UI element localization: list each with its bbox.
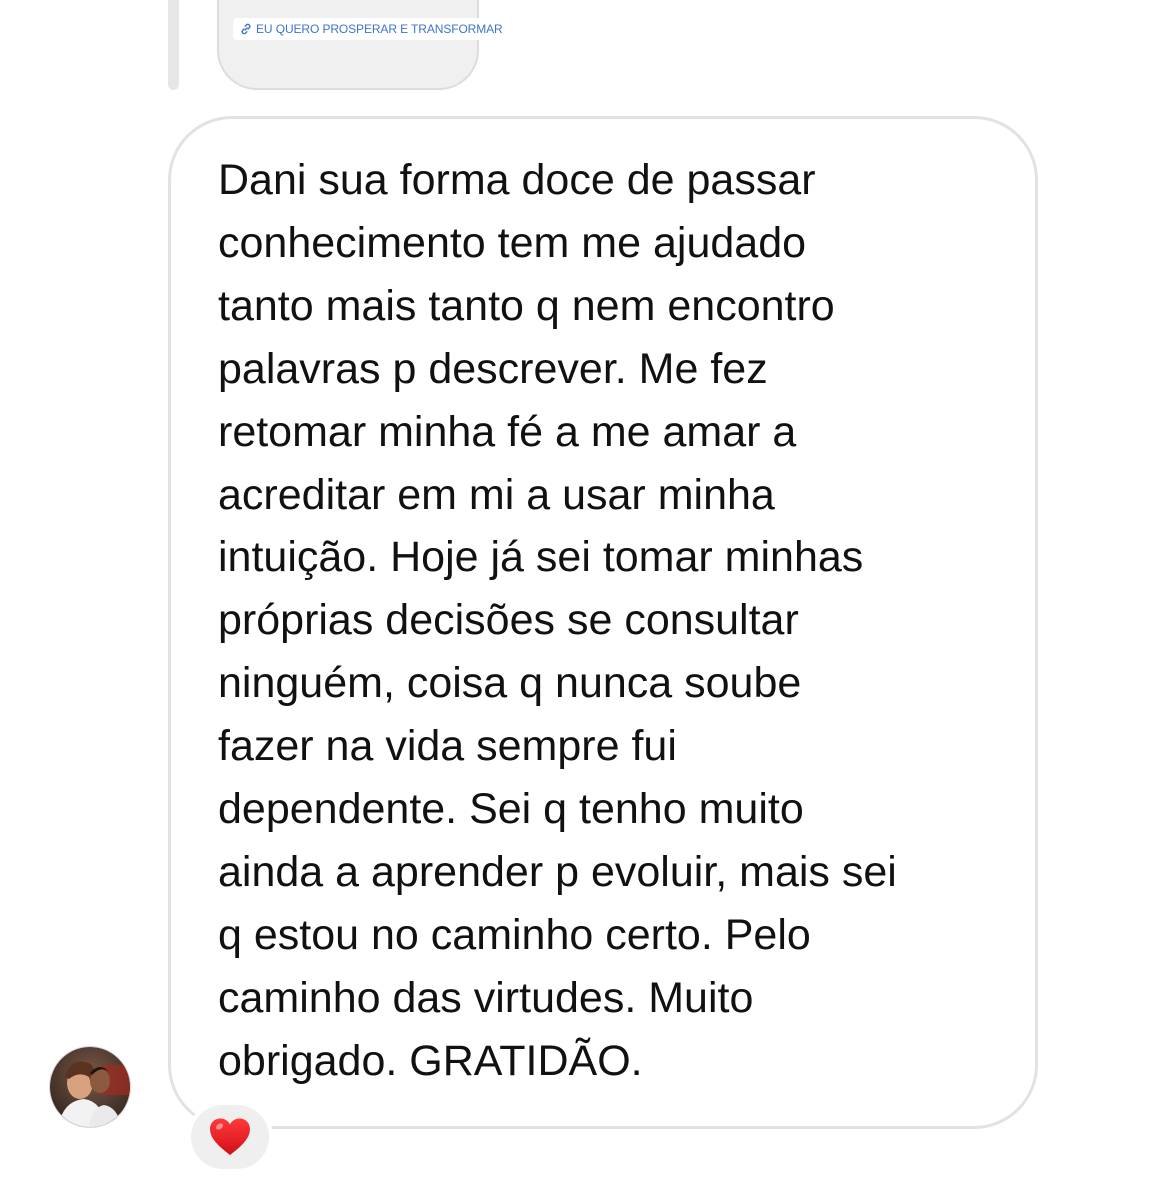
avatar[interactable]: [49, 1046, 131, 1128]
story-reply-bar: [168, 0, 179, 90]
message-bubble[interactable]: Dani sua forma doce de passar conhecimen…: [168, 116, 1038, 1129]
replied-story-preview[interactable]: EU QUERO PROSPERAR E TRANSFORMAR: [217, 0, 509, 90]
story-link-label: EU QUERO PROSPERAR E TRANSFORMAR: [256, 22, 503, 36]
story-link-sticker[interactable]: EU QUERO PROSPERAR E TRANSFORMAR: [233, 18, 509, 40]
reaction-pill[interactable]: [187, 1101, 273, 1173]
heart-icon: [208, 1117, 252, 1157]
message-text: Dani sua forma doce de passar conhecimen…: [218, 156, 897, 1085]
link-icon: [239, 22, 253, 36]
